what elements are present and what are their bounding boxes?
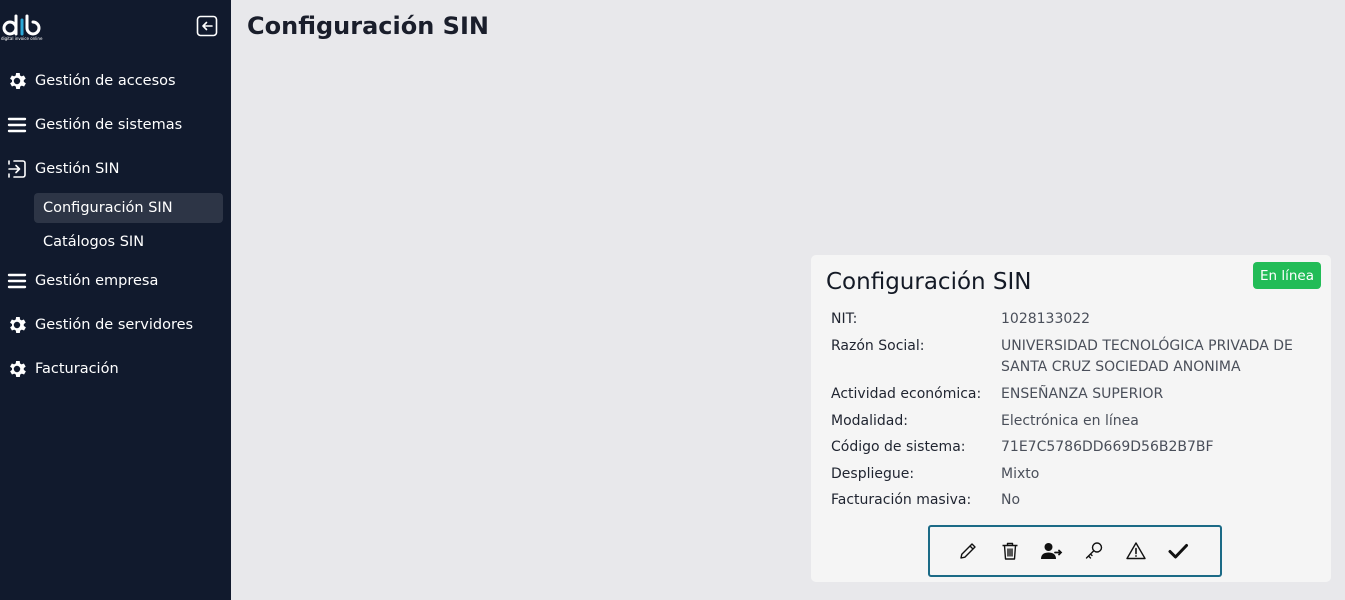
field-label: Modalidad: xyxy=(831,413,908,429)
trash-icon[interactable] xyxy=(996,537,1024,565)
svg-text:digital invoice online: digital invoice online xyxy=(1,36,43,41)
logo: digital invoice online xyxy=(0,12,44,44)
gear-icon xyxy=(5,357,29,381)
field-row-razon-social: Razón Social: UNIVERSIDAD TECNOLÓGICA PR… xyxy=(831,336,1321,378)
field-row-codigo-sistema: Código de sistema: 71E7C5786DD669D56B2B7… xyxy=(831,437,1321,458)
warning-icon[interactable] xyxy=(1122,537,1150,565)
field-row-despliegue: Despliegue: Mixto xyxy=(831,464,1321,485)
field-value: Mixto xyxy=(1001,466,1040,482)
field-label: Razón Social: xyxy=(831,338,925,354)
status-badge: En línea xyxy=(1253,262,1321,289)
sidebar-item-gestion-sin[interactable]: Gestión SIN xyxy=(0,154,231,184)
sidebar-item-gestion-servidores[interactable]: Gestión de servidores xyxy=(0,310,231,340)
sidebar-item-label: Gestión empresa xyxy=(35,273,159,289)
sidebar-item-gestion-accesos[interactable]: Gestión de accesos xyxy=(0,66,231,96)
card-title: Configuración SIN xyxy=(826,269,1032,295)
field-label: Facturación masiva: xyxy=(831,492,972,508)
field-label: NIT: xyxy=(831,311,858,327)
field-value: No xyxy=(1001,492,1021,508)
field-row-actividad-economica: Actividad económica: ENSEÑANZA SUPERIOR xyxy=(831,384,1321,405)
key-icon[interactable] xyxy=(1080,537,1108,565)
sidebar-item-gestion-sistemas[interactable]: Gestión de sistemas xyxy=(0,110,231,140)
config-sin-card: Configuración SIN En línea NIT: 10281330… xyxy=(811,255,1331,582)
sidebar-subitem-catalogos-sin[interactable]: Catálogos SIN xyxy=(34,227,223,257)
page-title: Configuración SIN xyxy=(247,12,489,40)
field-row-modalidad: Modalidad: Electrónica en línea xyxy=(831,411,1321,432)
field-value: 71E7C5786DD669D56B2B7BF xyxy=(1001,439,1214,455)
check-icon[interactable] xyxy=(1164,537,1192,565)
sidebar-item-facturacion[interactable]: Facturación xyxy=(0,354,231,384)
sidebar-item-label: Gestión SIN xyxy=(35,161,120,177)
sidebar-item-label: Gestión de servidores xyxy=(35,317,194,333)
field-label: Código de sistema: xyxy=(831,439,966,455)
sidebar-item-label: Gestión de sistemas xyxy=(35,117,183,133)
field-label: Despliegue: xyxy=(831,466,915,482)
sidebar-item-gestion-empresa[interactable]: Gestión empresa xyxy=(0,266,231,296)
field-value: 1028133022 xyxy=(1001,311,1091,327)
field-value: ENSEÑANZA SUPERIOR xyxy=(1001,386,1164,402)
sidebar-item-label: Facturación xyxy=(35,361,119,377)
field-label: Actividad económica: xyxy=(831,386,982,402)
user-assign-icon[interactable] xyxy=(1038,537,1066,565)
field-value: Electrónica en línea xyxy=(1001,413,1139,429)
sidebar-subitem-configuracion-sin[interactable]: Configuración SIN xyxy=(34,193,223,223)
menu-icon xyxy=(5,269,29,293)
sidebar: digital invoice online Gestión de acceso… xyxy=(0,0,231,600)
gear-icon xyxy=(5,313,29,337)
field-row-nit: NIT: 1028133022 xyxy=(831,309,1321,330)
sidebar-item-label: Gestión de accesos xyxy=(35,73,176,89)
login-icon xyxy=(5,157,29,181)
field-row-facturacion-masiva: Facturación masiva: No xyxy=(831,490,1321,511)
gear-icon xyxy=(5,69,29,93)
field-value: UNIVERSIDAD TECNOLÓGICA PRIVADA DE SANTA… xyxy=(1001,338,1293,375)
collapse-sidebar-icon[interactable] xyxy=(196,15,218,37)
menu-icon xyxy=(5,113,29,137)
edit-icon[interactable] xyxy=(954,537,982,565)
card-actions-toolbar xyxy=(928,525,1222,577)
